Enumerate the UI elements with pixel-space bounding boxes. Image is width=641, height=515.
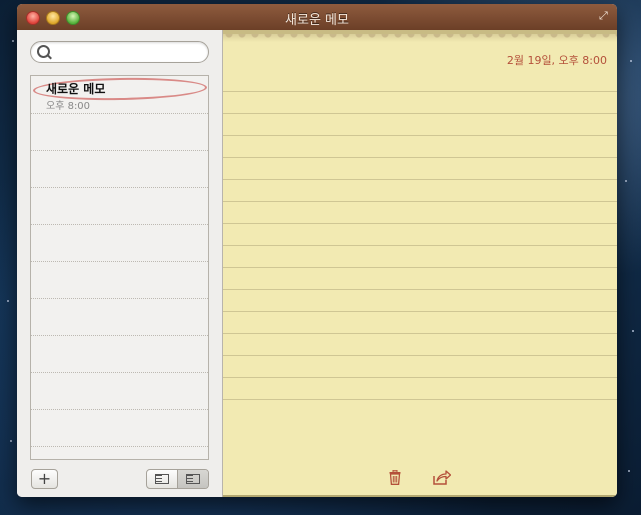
trash-icon[interactable] xyxy=(389,470,401,485)
note-view-button[interactable] xyxy=(178,470,208,488)
search-field[interactable] xyxy=(30,41,209,63)
note-body[interactable] xyxy=(223,70,617,417)
notes-window: 새로운 메모 ⤢ 새로운 메모 오후 8:00 + 2월 19일, 오후 8:0… xyxy=(17,4,617,497)
desktop-star xyxy=(628,470,630,472)
note-date: 2월 19일, 오후 8:00 xyxy=(506,54,607,67)
search-input[interactable] xyxy=(53,43,205,61)
search-icon xyxy=(37,45,50,58)
note-title: 새로운 메모 xyxy=(46,82,106,96)
title-bar[interactable]: 새로운 메모 ⤢ xyxy=(17,4,617,31)
note-list-item[interactable]: 새로운 메모 오후 8:00 xyxy=(31,76,208,114)
empty-row xyxy=(31,187,208,225)
empty-row xyxy=(31,150,208,188)
desktop-star xyxy=(625,180,627,182)
view-toggle xyxy=(146,469,209,489)
notes-sidebar: 새로운 메모 오후 8:00 + xyxy=(17,30,223,497)
window-title: 새로운 메모 xyxy=(285,13,349,28)
notes-list: 새로운 메모 오후 8:00 xyxy=(30,75,209,460)
add-note-button[interactable]: + xyxy=(31,469,58,489)
list-view-icon xyxy=(155,474,169,484)
empty-row xyxy=(31,335,208,373)
note-editor[interactable]: 2월 19일, 오후 8:00 xyxy=(223,30,617,497)
fullscreen-icon[interactable]: ⤢ xyxy=(599,10,611,22)
list-view-button[interactable] xyxy=(147,470,178,488)
share-icon[interactable] xyxy=(433,470,451,485)
empty-row xyxy=(31,261,208,299)
torn-paper-edge xyxy=(223,34,617,42)
desktop-star xyxy=(10,440,12,442)
note-time: 오후 8:00 xyxy=(46,101,91,112)
empty-row xyxy=(31,224,208,262)
desktop-star xyxy=(12,40,14,42)
empty-row xyxy=(31,298,208,336)
desktop-star xyxy=(7,300,9,302)
empty-row xyxy=(31,372,208,410)
notepad-bottom-edge xyxy=(223,495,617,497)
desktop-star xyxy=(632,330,634,332)
empty-row xyxy=(31,113,208,151)
desktop-star xyxy=(630,60,632,62)
note-view-icon xyxy=(186,474,200,484)
empty-row xyxy=(31,409,208,447)
